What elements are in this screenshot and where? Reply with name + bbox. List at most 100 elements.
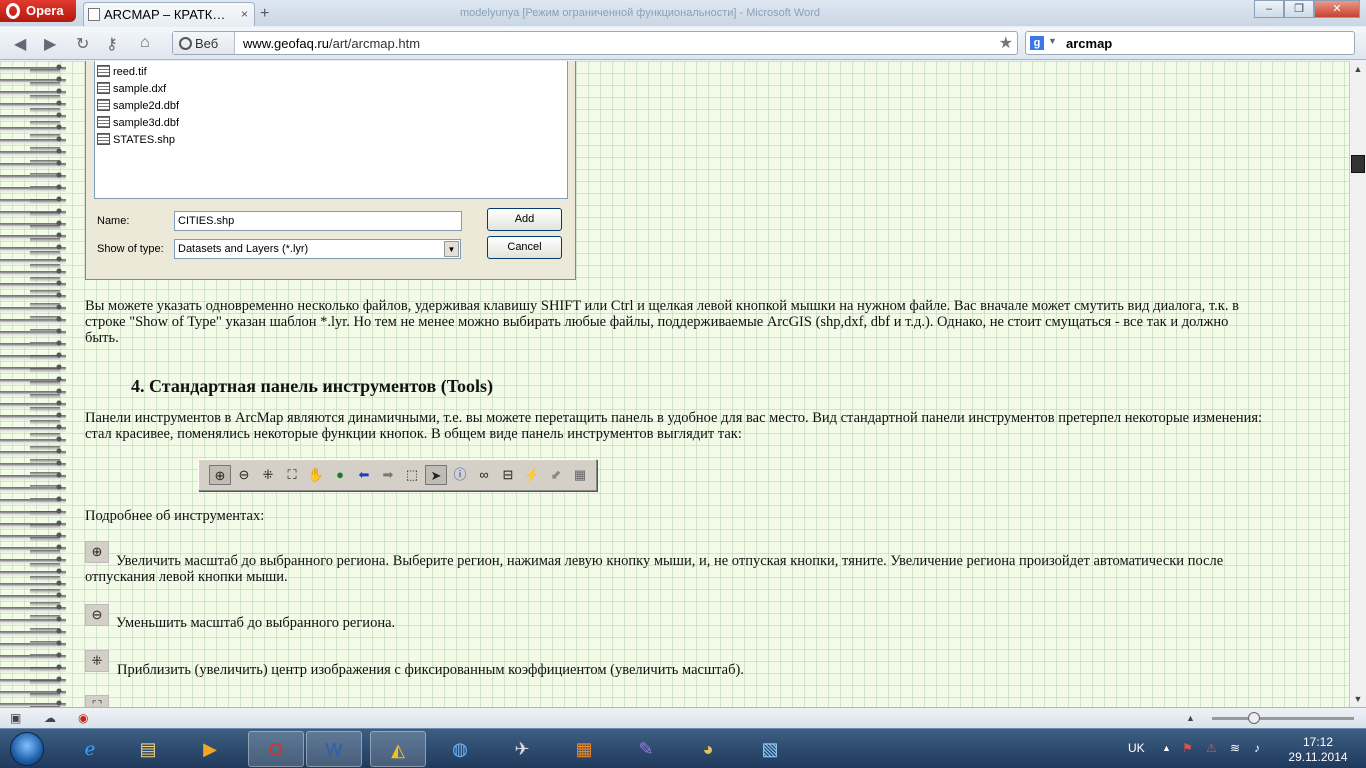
background-window-title: modelyunya [Режим ограниченной функциона… (460, 7, 820, 19)
zoom-slider-knob[interactable] (1248, 712, 1260, 724)
vertical-scrollbar[interactable]: ▲ ▼ (1349, 61, 1366, 707)
clock-date: 29.11.2014 (1288, 750, 1348, 764)
status-bar: ▣ ☁ ◉ ▲ (0, 707, 1366, 728)
scroll-up-icon[interactable]: ▲ (1350, 61, 1366, 77)
navigation-bar: ◀ ▶ ↻ ⚷ ⌂ Веб www.geofaq.ru/art/arcmap.h… (0, 27, 1366, 60)
file-item: reed.tif (97, 65, 147, 81)
address-bar[interactable]: Веб www.geofaq.ru/art/arcmap.htm ★ (172, 31, 1018, 55)
url-host: www.geofaq.ru (243, 36, 329, 51)
more-about-tools-label: Подробнее об инструментах: (85, 508, 265, 524)
home-icon[interactable]: ⌂ (140, 34, 150, 52)
windows-logo-icon (10, 732, 44, 766)
file-item: sample.dxf (97, 82, 166, 98)
media-player-icon[interactable]: ▶ (182, 731, 238, 767)
search-engine-dropdown-icon[interactable]: ▼ (1048, 36, 1057, 46)
grid-icon: ▦ (573, 467, 587, 482)
web-security-badge[interactable]: Веб (173, 32, 235, 54)
fixed-zoom-in-icon: ⁜ (262, 467, 274, 482)
zoom-in-icon: ⊕ (209, 465, 231, 485)
pen-app-icon[interactable]: ✎ (618, 731, 674, 767)
turbo-icon[interactable]: ◉ (78, 711, 88, 725)
name-field: CITIES.shp (174, 211, 462, 231)
internet-explorer-icon[interactable]: ℯ (62, 731, 118, 767)
show-hidden-icons-icon[interactable]: ▲ (1162, 743, 1171, 753)
file-item: sample3d.dbf (97, 116, 179, 132)
windows-taskbar: ℯ ▤ ▶ O W ◭ ◍ ✈ ▦ ✎ ◕ ▧ UK ▲ ⚑ ⚠ ≋ ♪ 17:… (0, 728, 1366, 768)
clock-time: 17:12 (1302, 735, 1334, 749)
identify-icon: ⓘ (453, 467, 467, 482)
zoom-out-icon: ⊖ (85, 604, 109, 626)
tool-zoom-in-description: Увеличить масштаб до выбранного региона.… (85, 553, 1224, 585)
fixed-zoom-out-icon: ⛶ (85, 695, 109, 707)
minimize-button[interactable]: ‒ (1254, 0, 1284, 18)
start-button[interactable] (2, 729, 54, 768)
name-label: Name: (97, 215, 130, 227)
tab-close-icon[interactable]: × (241, 7, 248, 21)
zoom-slider[interactable] (1212, 712, 1354, 724)
title-bar: Opera ARCMAP – КРАТК… × + modelyunya [Реж… (0, 0, 1366, 26)
opera-unite-cloud-icon[interactable]: ☁ (44, 711, 56, 725)
scroll-down-icon[interactable]: ▼ (1350, 691, 1366, 707)
zoom-out-icon: ⊖ (238, 467, 250, 482)
opera-taskbar-icon[interactable]: O (248, 731, 304, 767)
add-button: Add (487, 208, 562, 231)
panels-toggle-icon[interactable]: ▣ (10, 711, 21, 725)
clock[interactable]: 17:12 29.11.2014 (1285, 735, 1351, 765)
bookmark-star-icon[interactable]: ★ (999, 33, 1013, 53)
type-select: Datasets and Layers (*.lyr) ▼ (174, 239, 461, 259)
file-explorer-icon[interactable]: ▤ (120, 731, 176, 767)
fixed-zoom-out-icon: ⛶ (287, 467, 297, 482)
key-icon[interactable]: ⚷ (106, 34, 118, 54)
scrollbar-thumb[interactable] (1351, 155, 1365, 173)
cancel-button: Cancel (487, 236, 562, 259)
go-to-xy-icon: ⬋ (550, 467, 562, 482)
language-indicator[interactable]: UK (1128, 741, 1145, 755)
add-data-dialog-image: reed.tif sample.dxf sample2d.dbf sample3… (85, 61, 576, 280)
file-name: sample3d.dbf (113, 117, 180, 129)
cad-file-icon (97, 82, 110, 94)
file-name: sample2d.dbf (113, 100, 180, 112)
tools-toolbar-image: ⊕ ⊖ ⁜ ⛶ ✋ ● ⬅ ➡ ⬚ ➤ ⓘ ∞ ⊟ ⚡ ⬋ ▦ (198, 459, 597, 491)
tab-arcmap[interactable]: ARCMAP – КРАТК… × (83, 2, 255, 26)
type-select-value: Datasets and Layers (*.lyr) (178, 243, 309, 255)
table-file-icon (97, 116, 110, 128)
back-arrow-icon: ⬅ (358, 467, 370, 482)
action-center-icon[interactable]: ⚠ (1206, 741, 1217, 755)
url-text: www.geofaq.ru/art/arcmap.htm (243, 36, 420, 51)
close-window-button[interactable]: ✕ (1314, 0, 1360, 18)
search-box[interactable]: g ▼ arcmap (1025, 31, 1355, 55)
opera-menu-label: Opera (26, 3, 64, 18)
find-binoculars-icon: ∞ (479, 467, 489, 482)
back-arrow-icon[interactable]: ◀ (14, 34, 26, 54)
paragraph-toolbar-intro: Панели инструментов в ArcMap являются ди… (85, 410, 1263, 442)
new-tab-button[interactable]: + (260, 5, 269, 23)
maximize-button[interactable]: ❐ (1284, 0, 1314, 18)
globe-app-icon[interactable]: ◍ (432, 731, 488, 767)
measure-icon: ⊟ (502, 467, 514, 482)
forward-arrow-icon[interactable]: ▶ (44, 34, 56, 54)
wifi-icon[interactable]: ≋ (1230, 741, 1240, 755)
tool-fixed-zoom-in-description: Приблизить (увеличить) центр изображения… (117, 662, 744, 678)
select-features-icon: ⬚ (405, 467, 419, 482)
paper-plane-icon[interactable]: ✈ (494, 731, 550, 767)
fixed-zoom-in-icon: ⁜ (85, 650, 109, 672)
paint-palette-icon[interactable]: ◕ (680, 731, 736, 767)
volume-icon[interactable]: ♪ (1254, 741, 1260, 755)
system-tray: UK ▲ ⚑ ⚠ ≋ ♪ 17:12 29.11.2014 (1120, 729, 1366, 768)
zoom-menu-icon[interactable]: ▲ (1186, 713, 1195, 723)
search-input[interactable]: arcmap (1066, 36, 1112, 51)
google-icon[interactable]: g (1030, 36, 1044, 50)
arcmap-taskbar-icon[interactable]: ◭ (370, 731, 426, 767)
window-controls: ‒ ❐ ✕ (1254, 0, 1360, 18)
picture-viewer-icon[interactable]: ▧ (742, 731, 798, 767)
full-extent-globe-icon: ● (336, 467, 344, 482)
opera-logo-icon (6, 3, 20, 19)
word-taskbar-icon[interactable]: W (306, 731, 362, 767)
pdf-app-icon[interactable]: ▦ (556, 731, 612, 767)
reload-icon[interactable]: ↻ (76, 34, 89, 54)
file-item: sample2d.dbf (97, 99, 179, 115)
type-label: Show of type: (97, 243, 164, 255)
network-status-icon[interactable]: ⚑ (1182, 741, 1193, 755)
page-content[interactable]: reed.tif sample.dxf sample2d.dbf sample3… (0, 61, 1349, 707)
opera-menu-button[interactable]: Opera (0, 0, 76, 22)
